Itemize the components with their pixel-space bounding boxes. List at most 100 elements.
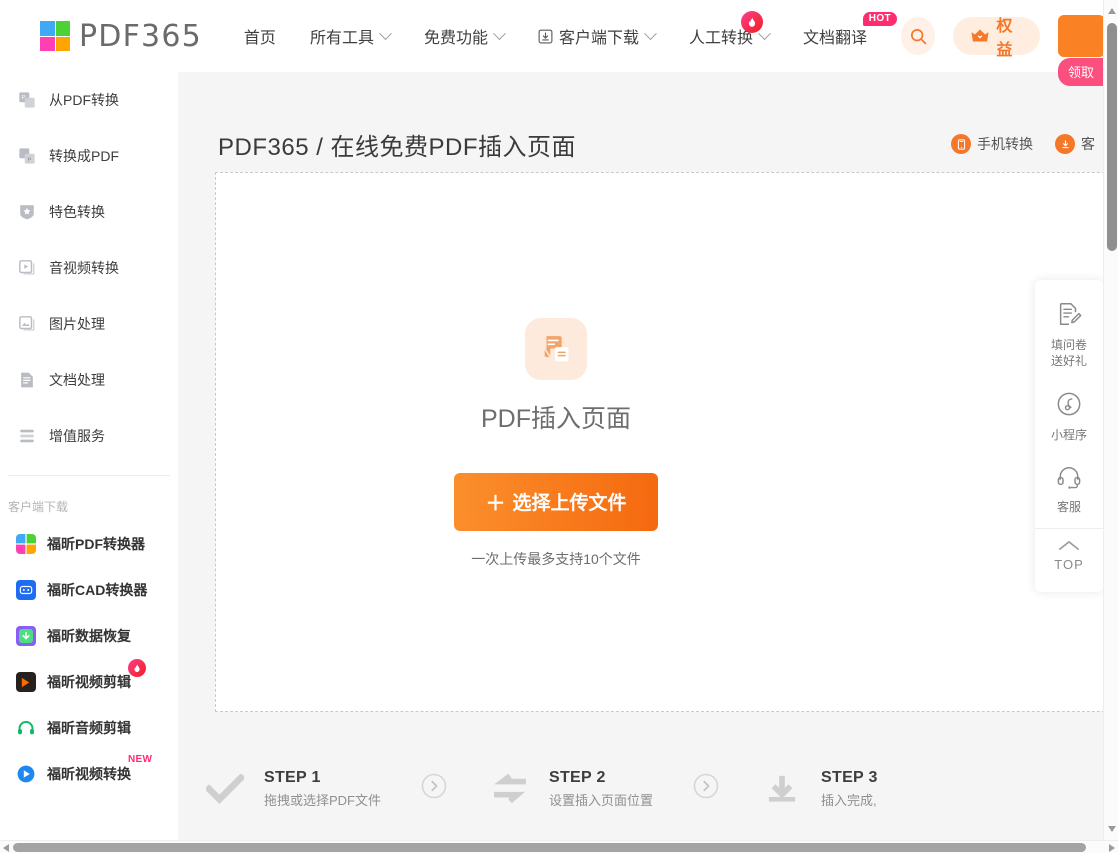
sidebar-app-foxit-video-converter[interactable]: 福昕视频转换 NEW (0, 751, 178, 797)
foxit-pdf-icon (16, 534, 36, 554)
sidebar-app-label: 福昕数据恢复 (47, 628, 131, 644)
sidebar-item-label: 转换成PDF (49, 148, 119, 164)
star-shield-icon (16, 203, 38, 221)
dropzone-inner: PDF插入页面 ＋ 选择上传文件 一次上传最多支持10个文件 (216, 173, 896, 713)
svg-text:P: P (27, 157, 31, 163)
primary-cta-button[interactable] (1057, 15, 1105, 57)
step-text: STEP 2 设置插入页面位置 (549, 769, 653, 809)
scroll-down-arrow-icon[interactable] (1108, 826, 1116, 832)
step-number: STEP 2 (549, 768, 606, 786)
download-tray-icon (759, 774, 805, 804)
floatbar-item-back-to-top[interactable]: TOP (1035, 528, 1103, 586)
vip-label: 权益 (996, 18, 1013, 59)
scroll-up-arrow-icon[interactable] (1108, 8, 1116, 14)
sidebar-item-media-convert[interactable]: 音视频转换 (0, 240, 178, 296)
new-badge: NEW (128, 754, 153, 765)
document-icon (16, 371, 38, 389)
media-icon (16, 259, 38, 277)
sidebar-item-label: 增值服务 (49, 428, 105, 444)
action-label: 手机转换 (977, 136, 1033, 152)
step-number: STEP 1 (264, 768, 321, 786)
file-dropzone[interactable]: PDF插入页面 ＋ 选择上传文件 一次上传最多支持10个文件 (215, 172, 1103, 712)
sidebar-item-featured[interactable]: 特色转换 (0, 184, 178, 240)
scroll-right-arrow-icon[interactable] (1109, 844, 1115, 852)
vertical-scrollbar[interactable] (1103, 0, 1118, 840)
chevron-down-icon (644, 26, 657, 40)
check-icon (202, 773, 248, 804)
title-actions: 手机转换 客 (929, 134, 1095, 154)
phone-icon (951, 134, 971, 154)
nav-item-client-download[interactable]: 客户端下载 (538, 24, 657, 48)
sidebar-app-foxit-data-recovery[interactable]: 福昕数据恢复 (0, 613, 178, 659)
floatbar-item-miniprogram[interactable]: 小程序 (1035, 382, 1103, 456)
nav-label: 客户端下载 (558, 30, 639, 47)
action-label: 客 (1081, 136, 1095, 152)
crown-icon (970, 28, 990, 44)
sidebar-item-label: 文档处理 (49, 372, 105, 388)
nav-items: 首页 所有工具 免费功能 客户端下载 人工转换 文档翻译 HOT (244, 11, 901, 48)
select-upload-file-button[interactable]: ＋ 选择上传文件 (454, 472, 658, 531)
scroll-left-arrow-icon[interactable] (3, 844, 9, 852)
site-logo[interactable]: PDF365 (40, 19, 202, 54)
sidebar-item-image-processing[interactable]: 图片处理 (0, 296, 178, 352)
nav-item-doc-translate[interactable]: 文档翻译 HOT (803, 12, 898, 48)
vip-benefits-button[interactable]: 权益 (953, 17, 1040, 59)
from-pdf-icon: P (16, 91, 38, 109)
sidebar-app-foxit-video-editor[interactable]: 福昕视频剪辑 (0, 659, 178, 705)
svg-text:P: P (22, 95, 26, 101)
client-download-action[interactable]: 客 (1055, 134, 1095, 154)
floatbar-label: 客服 (1056, 500, 1081, 514)
sidebar-app-label: 福昕CAD转换器 (47, 582, 148, 598)
floating-action-bar: 填问卷 送好礼 小程序 客服 TOP (1035, 280, 1103, 592)
sidebar-item-to-pdf[interactable]: P 转换成PDF (0, 128, 178, 184)
mobile-convert-action[interactable]: 手机转换 (951, 134, 1033, 154)
floatbar-label: 填问卷 送好礼 (1050, 338, 1087, 368)
image-icon (16, 315, 38, 333)
sidebar-app-foxit-pdf-converter[interactable]: 福昕PDF转换器 (0, 521, 178, 567)
nav-item-manual-conversion[interactable]: 人工转换 (689, 11, 771, 48)
pdf365-logo-icon (40, 21, 70, 51)
sidebar-item-value-added[interactable]: 增值服务 (0, 408, 178, 464)
sidebar-app-label: 福昕PDF转换器 (47, 536, 145, 552)
step-text: STEP 3 插入完成, (821, 769, 878, 809)
sidebar-app-label: 福昕视频剪辑 (47, 674, 131, 690)
flame-badge-icon (741, 11, 763, 33)
step-arrow-icon (693, 773, 719, 804)
step-description: 拖拽或选择PDF文件 (264, 792, 382, 808)
pdf-insert-page-icon (525, 317, 587, 380)
search-icon[interactable] (901, 17, 936, 55)
foxit-video-edit-icon (16, 672, 36, 692)
floatbar-item-customer-service[interactable]: 客服 (1035, 456, 1103, 528)
step-description: 设置插入页面位置 (549, 792, 654, 808)
chevron-up-icon (1058, 538, 1080, 556)
logo-text: PDF365 (79, 18, 202, 54)
horizontal-scrollbar-thumb[interactable] (13, 843, 1086, 852)
floatbar-label: 小程序 (1050, 428, 1087, 442)
nav-item-all-tools[interactable]: 所有工具 (310, 24, 392, 48)
sidebar-app-label: 福昕音频剪辑 (47, 720, 131, 736)
nav-item-free-features[interactable]: 免费功能 (424, 24, 506, 48)
floatbar-item-survey[interactable]: 填问卷 送好礼 (1035, 292, 1103, 382)
download-icon (1055, 134, 1075, 154)
sidebar-item-label: 从PDF转换 (49, 92, 119, 108)
chevron-down-icon (493, 26, 506, 40)
sidebar-app-foxit-audio-editor[interactable]: 福昕音频剪辑 (0, 705, 178, 751)
to-pdf-icon: P (16, 147, 38, 165)
steps-bar: STEP 1 拖拽或选择PDF文件 STEP 2 设置插入页面位置 STEP 3… (178, 737, 1103, 840)
sidebar-app-foxit-cad-converter[interactable]: 福昕CAD转换器 (0, 567, 178, 613)
sidebar-item-label: 特色转换 (49, 204, 105, 220)
vertical-scrollbar-thumb[interactable] (1107, 23, 1117, 251)
horizontal-scrollbar[interactable] (0, 840, 1118, 853)
upload-hint: 一次上传最多支持10个文件 (471, 550, 641, 567)
nav-item-home[interactable]: 首页 (244, 24, 276, 48)
foxit-recovery-icon (16, 626, 36, 646)
sidebar-item-from-pdf[interactable]: P 从PDF转换 (0, 72, 178, 128)
download-box-icon (538, 29, 553, 44)
plus-icon: ＋ (485, 493, 506, 515)
step-number: STEP 3 (821, 768, 878, 786)
sidebar-item-document-processing[interactable]: 文档处理 (0, 352, 178, 408)
foxit-audio-edit-icon (16, 718, 36, 738)
sidebar-item-label: 图片处理 (49, 316, 105, 332)
back-to-top-label: TOP (1054, 557, 1084, 572)
claim-reward-tag[interactable]: 领取 (1057, 58, 1103, 86)
